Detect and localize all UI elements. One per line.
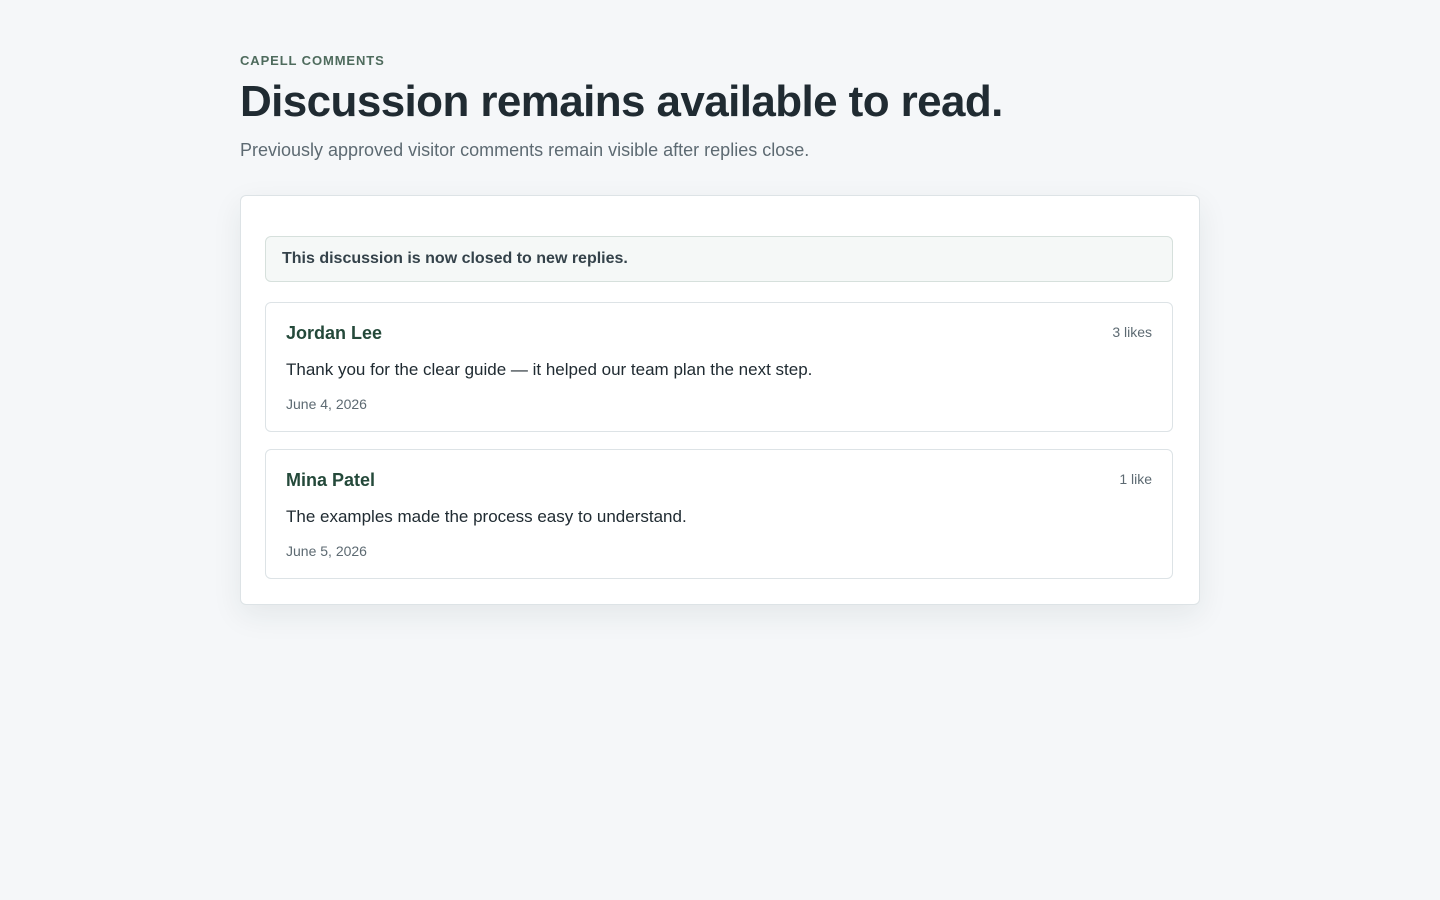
- comment-author: Jordan Lee: [286, 323, 383, 343]
- comment-text: The examples made the process easy to un…: [286, 507, 687, 526]
- comment-date: June 4, 2026: [286, 396, 367, 412]
- comment-item: Mina Patel 1 like The examples made the …: [265, 449, 1173, 579]
- page-title: Discussion remains available to read.: [240, 77, 1003, 126]
- comment-text: Thank you for the clear guide — it helpe…: [286, 360, 813, 379]
- closed-notice-text: This discussion is now closed to new rep…: [282, 250, 628, 267]
- comment-item: Jordan Lee 3 likes Thank you for the cle…: [265, 302, 1173, 432]
- comment-author: Mina Patel: [286, 470, 376, 490]
- comment-likes: 1 like: [1119, 471, 1152, 487]
- comment-likes: 3 likes: [1112, 324, 1152, 340]
- comments-card: This discussion is now closed to new rep…: [240, 195, 1200, 605]
- closed-notice: This discussion is now closed to new rep…: [265, 236, 1173, 282]
- comment-date: June 5, 2026: [286, 543, 367, 559]
- site-eyebrow: CAPELL COMMENTS: [240, 53, 385, 68]
- page-subtitle: Previously approved visitor comments rem…: [240, 140, 810, 160]
